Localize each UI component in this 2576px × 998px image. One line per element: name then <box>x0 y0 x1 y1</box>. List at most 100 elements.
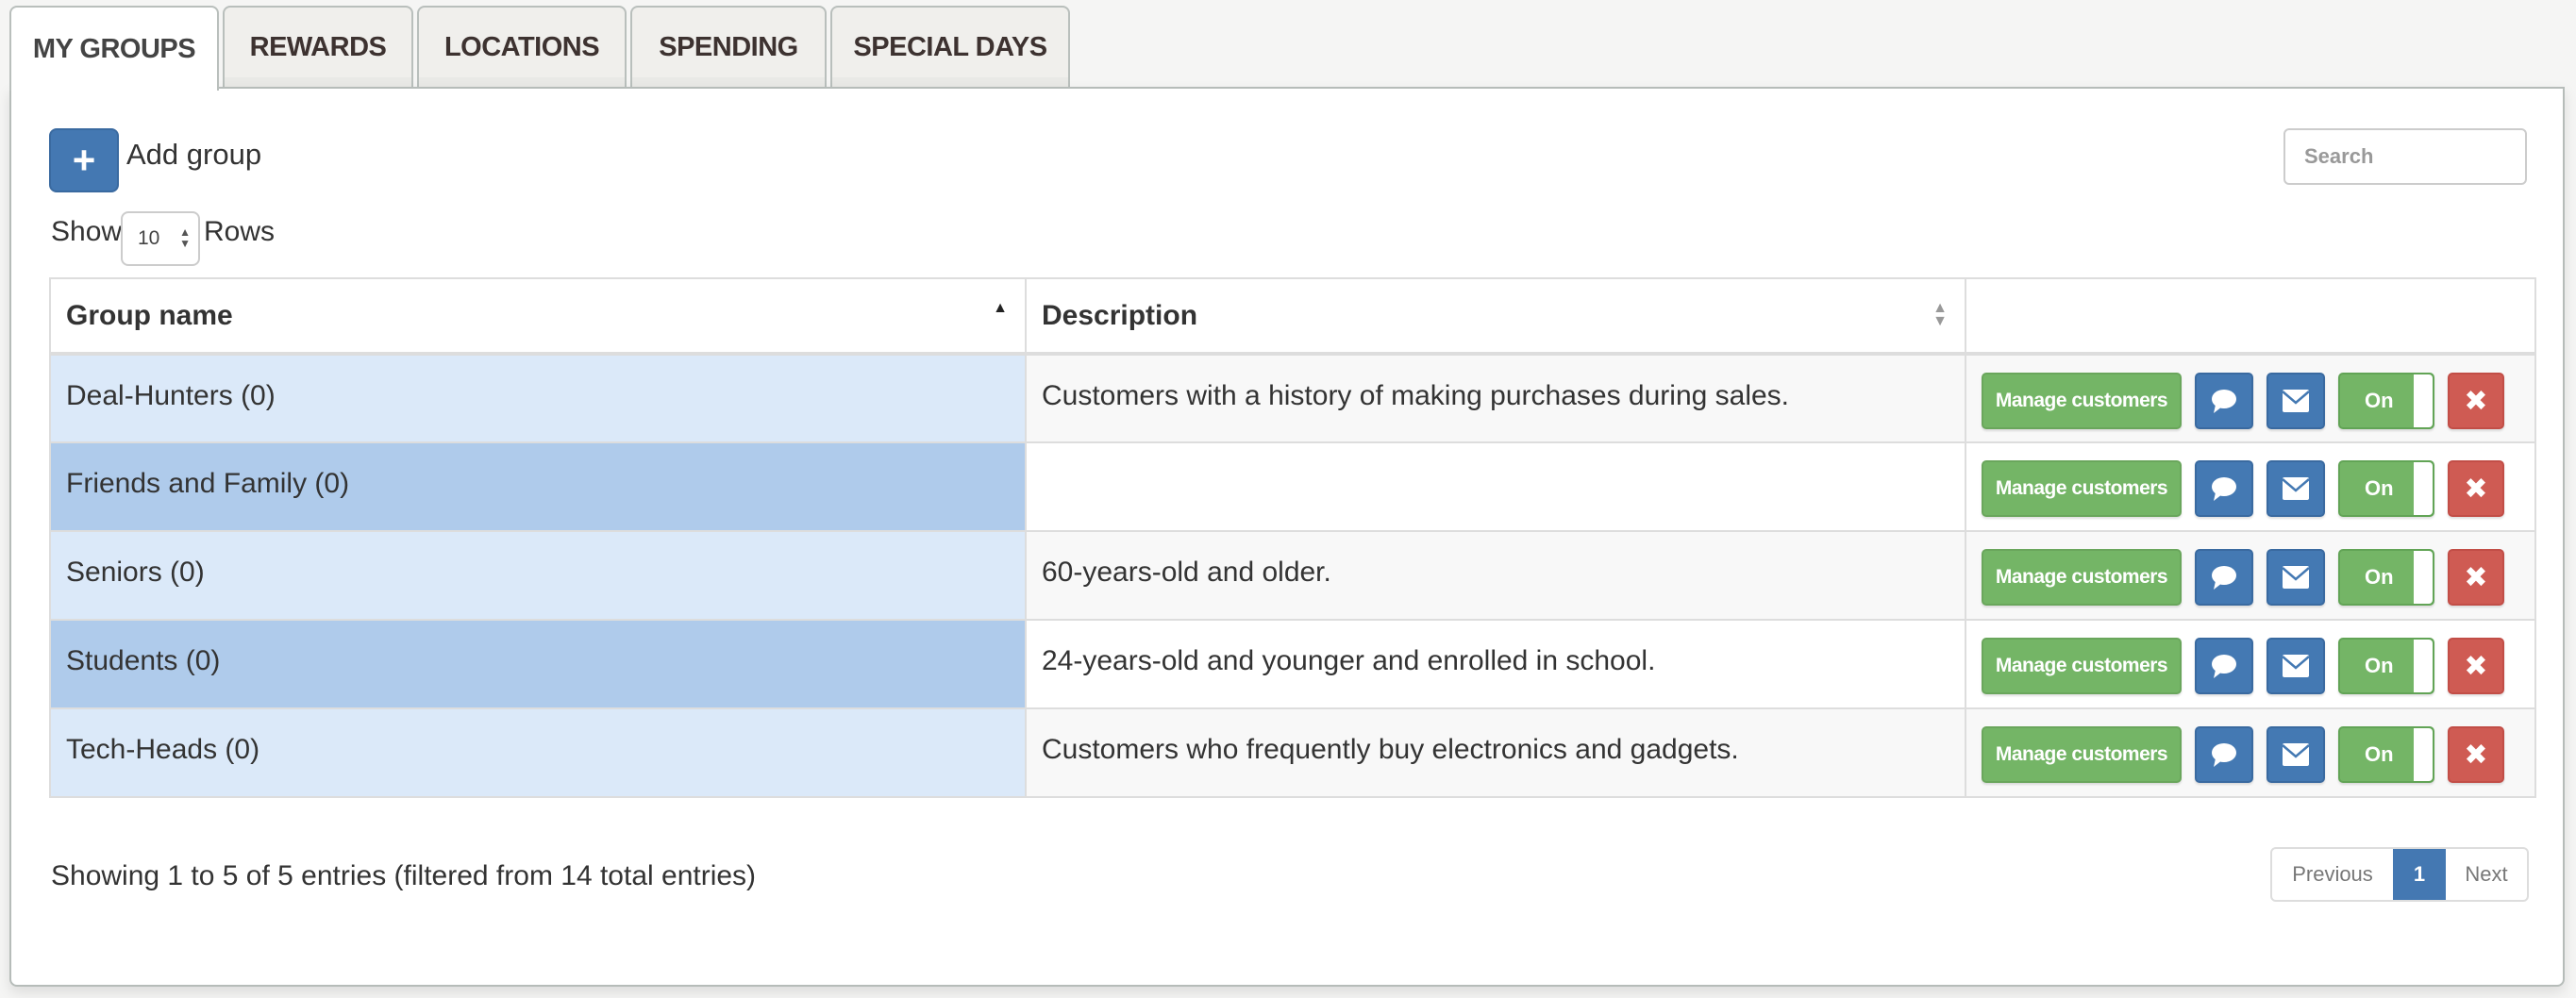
description-cell <box>1025 441 1966 532</box>
toggle-knob <box>2414 728 2433 781</box>
actions-cell: Manage customers On ✖ <box>1965 353 2536 443</box>
tab-spending[interactable]: SPENDING <box>630 6 827 87</box>
envelope-icon <box>2282 655 2310 677</box>
close-icon: ✖ <box>2464 473 2488 505</box>
tab-my-groups[interactable]: MY GROUPS <box>9 6 219 91</box>
column-header-label: Group name <box>66 299 233 331</box>
status-toggle[interactable]: On <box>2338 638 2434 694</box>
close-icon: ✖ <box>2464 385 2488 417</box>
group-name-cell[interactable]: Deal-Hunters (0) <box>49 353 1027 443</box>
status-toggle[interactable]: On <box>2338 373 2434 429</box>
show-label: Show <box>51 216 123 247</box>
add-group-label[interactable]: Add group <box>126 138 261 172</box>
send-email-button[interactable] <box>2267 638 2325 694</box>
toggle-knob <box>2414 640 2433 692</box>
group-name-cell[interactable]: Friends and Family (0) <box>49 441 1027 532</box>
status-toggle[interactable]: On <box>2338 549 2434 606</box>
select-arrows-icon: ▲ ▼ <box>179 225 191 250</box>
table-row: Students (0) 24-years-old and younger an… <box>49 619 2536 709</box>
manage-customers-button[interactable]: Manage customers <box>1982 373 2182 429</box>
column-header-description[interactable]: Description ▲ ▼ <box>1025 277 1966 356</box>
close-icon: ✖ <box>2464 739 2488 771</box>
page-1-button[interactable]: 1 <box>2393 849 2446 900</box>
group-name-cell[interactable]: Seniors (0) <box>49 530 1027 621</box>
send-message-button[interactable] <box>2195 460 2253 517</box>
delete-group-button[interactable]: ✖ <box>2448 460 2504 517</box>
group-name-cell[interactable]: Students (0) <box>49 619 1027 709</box>
send-message-button[interactable] <box>2195 373 2253 429</box>
speech-bubble-icon <box>2212 390 2236 413</box>
actions-cell: Manage customers On ✖ <box>1965 707 2536 798</box>
plus-icon: + <box>72 138 96 182</box>
rows-per-page-value: 10 <box>138 227 160 249</box>
pagination: Previous 1 Next <box>2270 847 2529 902</box>
toggle-label: On <box>2365 389 2394 412</box>
close-icon: ✖ <box>2464 650 2488 682</box>
description-cell: 24-years-old and younger and enrolled in… <box>1025 619 1966 709</box>
table-info: Showing 1 to 5 of 5 entries (filtered fr… <box>51 860 757 891</box>
table-row: Deal-Hunters (0) Customers with a histor… <box>49 353 2536 443</box>
toggle-label: On <box>2365 476 2394 500</box>
manage-customers-button[interactable]: Manage customers <box>1982 460 2182 517</box>
toggle-knob <box>2414 551 2433 604</box>
delete-group-button[interactable]: ✖ <box>2448 373 2504 429</box>
next-page-button[interactable]: Next <box>2446 849 2527 900</box>
toggle-knob <box>2414 462 2433 515</box>
send-email-button[interactable] <box>2267 726 2325 783</box>
speech-bubble-icon <box>2212 477 2236 501</box>
rows-label: Rows <box>204 216 276 247</box>
actions-cell: Manage customers On ✖ <box>1965 530 2536 621</box>
manage-customers-button[interactable]: Manage customers <box>1982 638 2182 694</box>
manage-customers-button[interactable]: Manage customers <box>1982 726 2182 783</box>
column-header-actions <box>1965 277 2536 356</box>
envelope-icon <box>2282 390 2310 412</box>
toggle-knob <box>2414 374 2433 427</box>
status-toggle[interactable]: On <box>2338 726 2434 783</box>
delete-group-button[interactable]: ✖ <box>2448 726 2504 783</box>
column-header-group-name[interactable]: Group name ▲ <box>49 277 1027 356</box>
add-group-button[interactable]: + <box>49 128 119 192</box>
actions-cell: Manage customers On ✖ <box>1965 619 2536 709</box>
table-row: Friends and Family (0) Manage customers … <box>49 441 2536 532</box>
toggle-label: On <box>2365 742 2394 766</box>
delete-group-button[interactable]: ✖ <box>2448 549 2504 606</box>
description-cell: Customers who frequently buy electronics… <box>1025 707 1966 798</box>
close-icon: ✖ <box>2464 561 2488 593</box>
table-row: Tech-Heads (0) Customers who frequently … <box>49 707 2536 798</box>
table-header-row: Group name ▲ Description ▲ ▼ <box>49 277 2536 356</box>
group-name-cell[interactable]: Tech-Heads (0) <box>49 707 1027 798</box>
send-message-button[interactable] <box>2195 638 2253 694</box>
rows-per-page-select[interactable]: 10 ▲ ▼ <box>121 211 200 266</box>
speech-bubble-icon <box>2212 655 2236 678</box>
delete-group-button[interactable]: ✖ <box>2448 638 2504 694</box>
send-message-button[interactable] <box>2195 726 2253 783</box>
groups-panel: + Add group Show 10 ▲▼ Rows Group name ▲… <box>9 87 2565 987</box>
groups-table: Group name ▲ Description ▲ ▼ Deal-Hunters… <box>49 277 2536 798</box>
speech-bubble-icon <box>2212 743 2236 767</box>
sort-both-icon: ▲ ▼ <box>1932 300 1948 329</box>
description-cell: 60-years-old and older. <box>1025 530 1966 621</box>
toggle-label: On <box>2365 654 2394 677</box>
send-email-button[interactable] <box>2267 460 2325 517</box>
speech-bubble-icon <box>2212 566 2236 590</box>
table-row: Seniors (0) 60-years-old and older. Mana… <box>49 530 2536 621</box>
tab-locations[interactable]: LOCATIONS <box>417 6 627 87</box>
tab-bar: MY GROUPS REWARDS LOCATIONS SPENDING SPE… <box>9 6 1074 91</box>
status-toggle[interactable]: On <box>2338 460 2434 517</box>
search-input[interactable] <box>2283 128 2527 185</box>
envelope-icon <box>2282 477 2310 500</box>
send-message-button[interactable] <box>2195 549 2253 606</box>
manage-customers-button[interactable]: Manage customers <box>1982 549 2182 606</box>
column-header-label: Description <box>1042 299 1198 331</box>
send-email-button[interactable] <box>2267 549 2325 606</box>
previous-page-button[interactable]: Previous <box>2272 849 2393 900</box>
actions-cell: Manage customers On ✖ <box>1965 441 2536 532</box>
description-cell: Customers with a history of making purch… <box>1025 353 1966 443</box>
tab-rewards[interactable]: REWARDS <box>223 6 413 87</box>
send-email-button[interactable] <box>2267 373 2325 429</box>
tab-special-days[interactable]: SPECIAL DAYS <box>830 6 1070 87</box>
toggle-label: On <box>2365 565 2394 589</box>
sort-ascending-icon: ▲ <box>993 300 1008 316</box>
envelope-icon <box>2282 566 2310 589</box>
envelope-icon <box>2282 743 2310 766</box>
